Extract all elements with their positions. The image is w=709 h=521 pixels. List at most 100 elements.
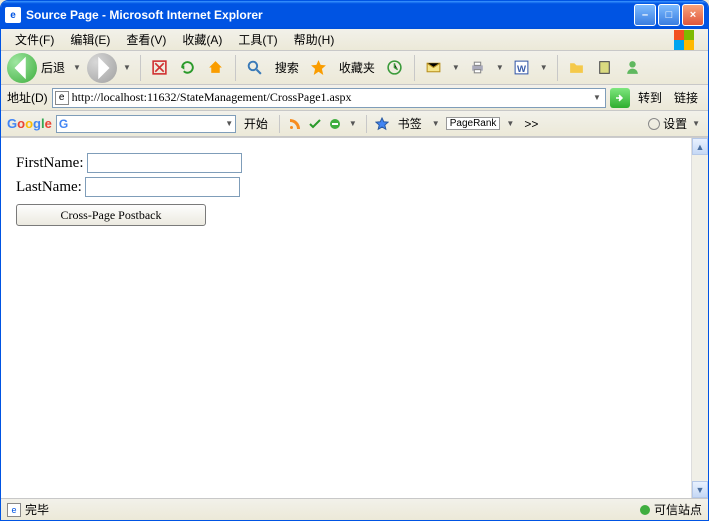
page-content: FirstName: LastName: Cross-Page Postback… — [1, 137, 708, 498]
google-start-button[interactable]: 开始 — [240, 115, 272, 132]
refresh-icon — [179, 59, 196, 76]
discuss-button[interactable] — [565, 56, 589, 80]
google-dropdown-icon[interactable]: G — [59, 116, 68, 132]
address-dropdown[interactable]: ▼ — [593, 93, 601, 102]
mail-button[interactable] — [422, 56, 446, 80]
pagerank-dropdown[interactable]: ▼ — [506, 119, 514, 128]
stop-button[interactable] — [148, 56, 172, 80]
favorites-button[interactable] — [307, 56, 331, 80]
home-button[interactable] — [204, 56, 228, 80]
search-label[interactable]: 搜索 — [271, 59, 303, 76]
research-button[interactable] — [593, 56, 617, 80]
mail-dropdown[interactable]: ▼ — [452, 63, 460, 72]
scroll-up-button[interactable]: ▲ — [692, 138, 708, 155]
go-label: 转到 — [634, 89, 666, 106]
back-button[interactable] — [7, 53, 37, 83]
close-button[interactable]: × — [682, 4, 704, 26]
mail-icon — [425, 59, 442, 76]
window-title: Source Page - Microsoft Internet Explore… — [26, 8, 634, 22]
address-label: 地址(D) — [7, 89, 48, 106]
forward-button[interactable] — [87, 53, 117, 83]
ie-icon: e — [5, 7, 21, 23]
last-name-input[interactable] — [85, 177, 240, 197]
menu-help[interactable]: 帮助(H) — [286, 29, 343, 50]
separator — [279, 115, 280, 133]
google-bookmark-label[interactable]: 书签 — [394, 115, 426, 132]
star-icon — [310, 59, 327, 76]
messenger-icon — [624, 59, 641, 76]
google-more[interactable]: >> — [520, 117, 542, 131]
status-bar: e 完毕 可信站点 — [1, 498, 708, 520]
menu-favorites[interactable]: 收藏(A) — [174, 29, 230, 50]
menu-edit[interactable]: 编辑(E) — [62, 29, 118, 50]
window-controls: – □ × — [634, 4, 704, 26]
pagerank-meter[interactable]: PageRank — [446, 117, 501, 130]
print-icon — [469, 59, 486, 76]
refresh-button[interactable] — [176, 56, 200, 80]
trusted-label: 可信站点 — [654, 501, 702, 518]
settings-icon — [648, 118, 660, 130]
back-label: 后退 — [41, 59, 65, 76]
google-toolbar: Google G ▼ 开始 ▼ 书签 ▼ PageRank ▼ >> 设置 — [1, 111, 708, 137]
google-logo[interactable]: Google — [7, 116, 52, 131]
google-search-box: G ▼ — [56, 115, 236, 133]
google-settings[interactable]: 设置 ▼ — [648, 115, 702, 132]
minimize-button[interactable]: – — [634, 4, 656, 26]
search-button[interactable] — [243, 56, 267, 80]
first-name-label: FirstName: — [16, 155, 84, 172]
page-icon: e — [55, 91, 69, 105]
main-toolbar: 后退 ▼ ▼ 搜索 收藏夹 ▼ — [1, 51, 708, 85]
links-label[interactable]: 链接 — [670, 89, 702, 106]
google-search-input[interactable] — [68, 117, 223, 131]
book-icon — [596, 59, 613, 76]
separator — [235, 55, 236, 81]
google-check-icon[interactable] — [307, 116, 323, 132]
address-bar: 地址(D) e ▼ 转到 链接 — [1, 85, 708, 111]
google-feed-icon[interactable] — [287, 116, 303, 132]
arrow-left-icon — [7, 53, 37, 83]
home-icon — [207, 59, 224, 76]
edit-dropdown[interactable]: ▼ — [540, 63, 548, 72]
last-name-label: LastName: — [16, 179, 82, 196]
messenger-button[interactable] — [621, 56, 645, 80]
last-name-row: LastName: — [16, 177, 693, 197]
cross-page-postback-button[interactable]: Cross-Page Postback — [16, 204, 206, 226]
back-dropdown[interactable]: ▼ — [73, 63, 81, 72]
history-button[interactable] — [383, 56, 407, 80]
status-text: 完毕 — [25, 501, 49, 518]
print-button[interactable] — [466, 56, 490, 80]
separator — [557, 55, 558, 81]
google-bookmark-icon[interactable] — [374, 116, 390, 132]
google-search-dropdown[interactable]: ▼ — [225, 119, 233, 128]
print-dropdown[interactable]: ▼ — [496, 63, 504, 72]
address-input-container: e ▼ — [52, 88, 606, 108]
google-blocker-icon[interactable] — [327, 116, 343, 132]
address-input[interactable] — [72, 90, 591, 105]
scroll-down-button[interactable]: ▼ — [692, 481, 708, 498]
maximize-button[interactable]: □ — [658, 4, 680, 26]
form-area: FirstName: LastName: Cross-Page Postback — [1, 138, 708, 241]
trusted-icon — [640, 505, 650, 515]
arrow-right-icon — [87, 53, 117, 83]
google-blocker-dropdown[interactable]: ▼ — [349, 119, 357, 128]
history-icon — [386, 59, 403, 76]
menu-tools[interactable]: 工具(T) — [230, 29, 285, 50]
separator — [140, 55, 141, 81]
separator — [366, 115, 367, 133]
vertical-scrollbar[interactable]: ▲ ▼ — [691, 138, 708, 498]
go-button[interactable] — [610, 88, 630, 108]
edit-with-button[interactable]: W — [510, 56, 534, 80]
menu-file[interactable]: 文件(F) — [7, 29, 62, 50]
first-name-input[interactable] — [87, 153, 242, 173]
menu-view[interactable]: 查看(V) — [118, 29, 174, 50]
search-icon — [246, 59, 263, 76]
first-name-row: FirstName: — [16, 153, 693, 173]
favorites-label[interactable]: 收藏夹 — [335, 59, 379, 76]
browser-window: e Source Page - Microsoft Internet Explo… — [0, 0, 709, 521]
status-page-icon: e — [7, 503, 21, 517]
forward-dropdown[interactable]: ▼ — [123, 63, 131, 72]
settings-dropdown: ▼ — [692, 119, 700, 128]
settings-label: 设置 — [663, 115, 687, 132]
separator — [414, 55, 415, 81]
google-bookmark-dropdown[interactable]: ▼ — [432, 119, 440, 128]
